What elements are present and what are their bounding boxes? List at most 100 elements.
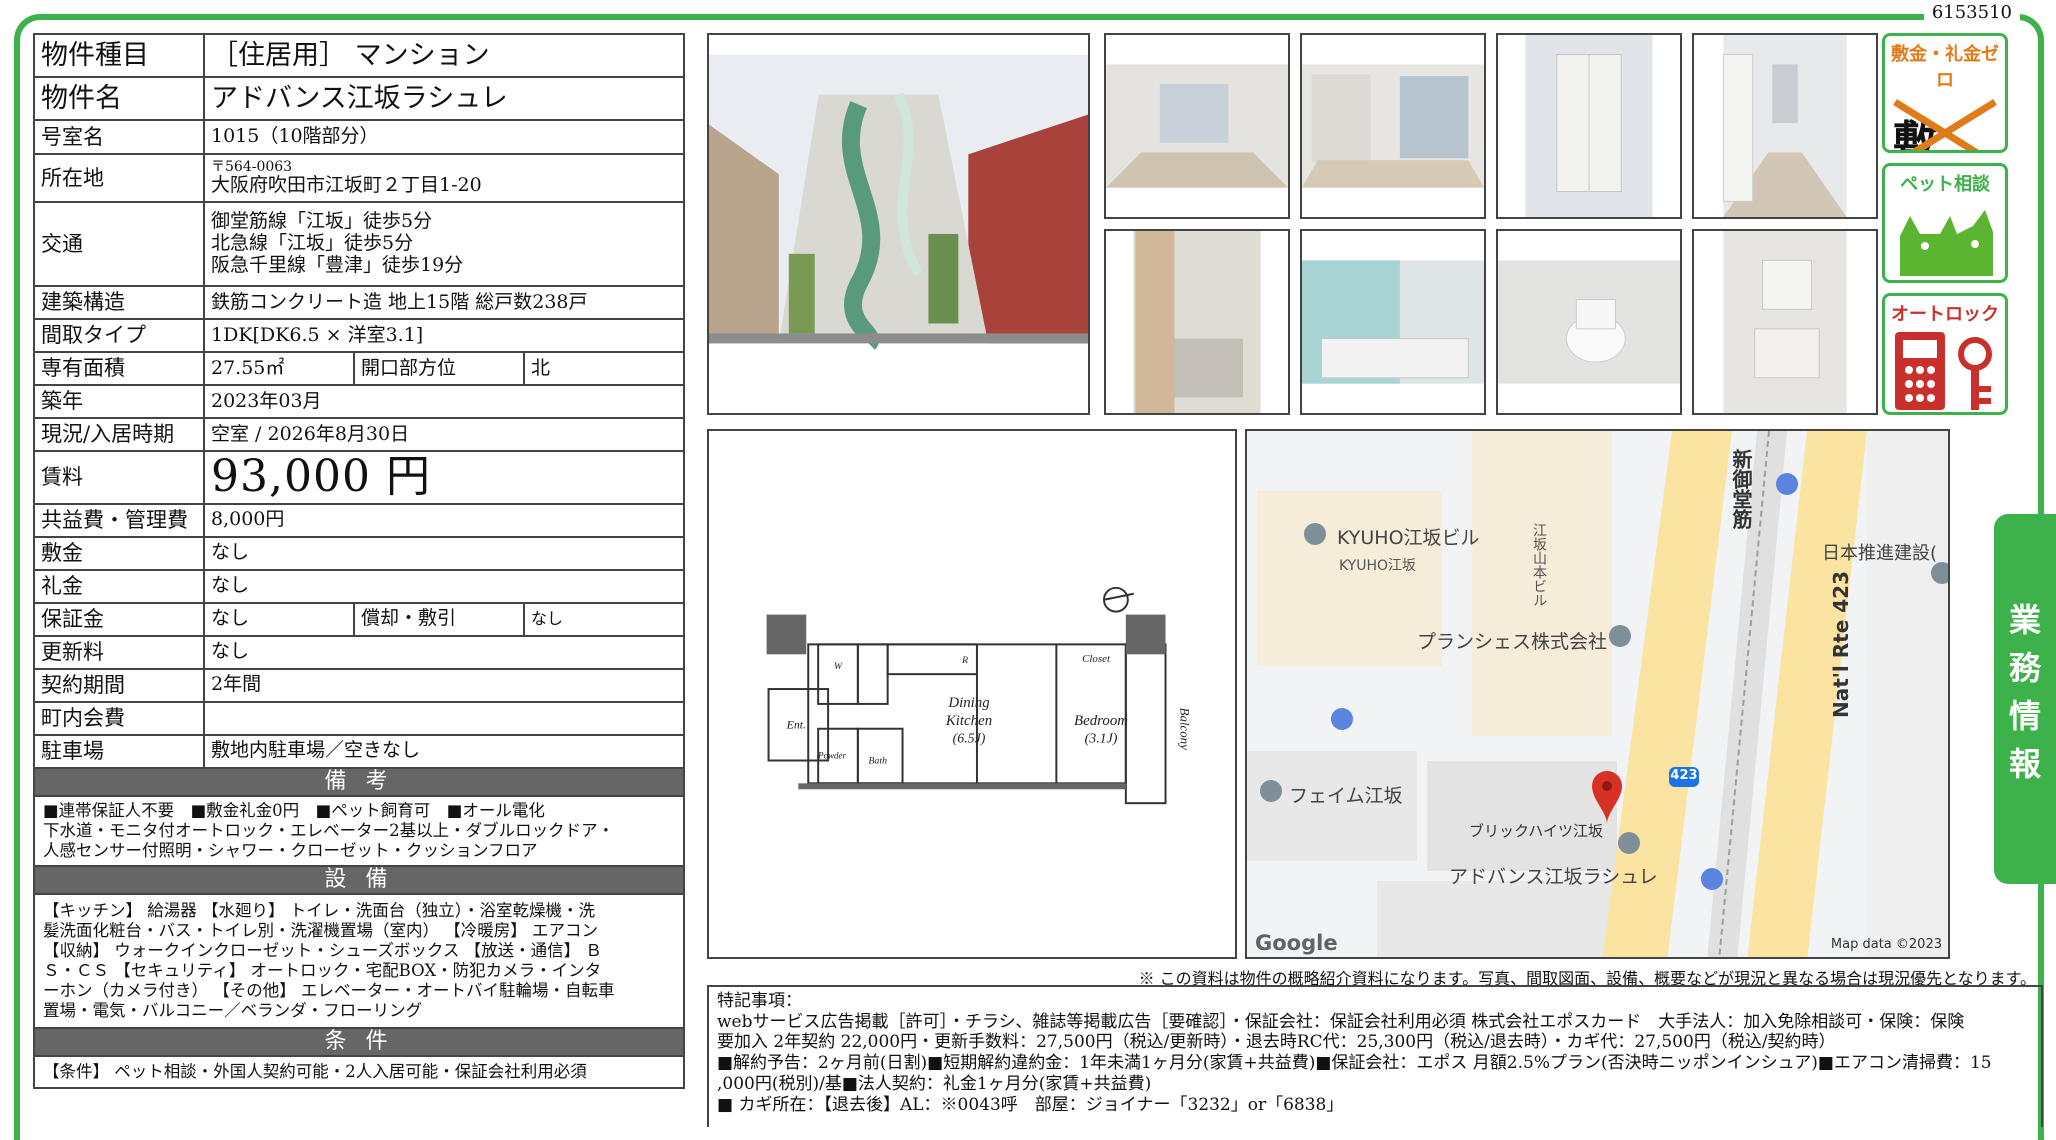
fee-label: 共益費・管理費 [33, 502, 205, 538]
name-label: 物件名 [33, 76, 205, 121]
fp-kitchen: Kitchen [945, 713, 992, 729]
equipment-line: 【キッチン】 給湯器 【水廻り】 トイレ・洗面台（独立）・浴室乾燥機・洗 [43, 900, 595, 920]
amort-value: なし [523, 601, 685, 637]
badge-zero-graphic: 敷 礼 [1885, 92, 2005, 150]
postal-code: 〒564-0063 [211, 159, 293, 176]
badge-autolock: オートロック [1882, 293, 2008, 415]
map-label-kyuho: KYUHO江坂 [1339, 558, 1417, 574]
built-value: 2023年03月 [203, 384, 685, 419]
business-info-tab[interactable]: 業 務 情 報 [1994, 514, 2056, 884]
conditions-header: 条 件 [33, 1026, 685, 1057]
remarks-cell: ■連帯保証人不要 ■敷金礼金0円 ■ペット飼育可 ■オール電化 下水道・モニタ付… [33, 794, 685, 867]
badge-autolock-title: オートロック [1891, 304, 1999, 325]
property-table: 物件種目 ［住居用］ マンション 物件名 アドバンス江坂ラシュレ 号室名 1015（1… [33, 33, 685, 1089]
badge-zero-deposit: 敷金・礼金ゼロ 敷 礼 [1882, 33, 2008, 153]
badge-zero-title: 敷金・礼金ゼロ [1891, 44, 1999, 91]
fp-closet: Closet [1082, 653, 1111, 665]
location-pin-icon [1592, 771, 1622, 824]
access-line: 御堂筋線「江坂」徒歩5分 [211, 210, 433, 233]
type-label: 物件種目 [33, 33, 205, 78]
equipment-line: 置場・電気・バルコニー／ベランダ・フローリング [43, 1001, 423, 1021]
special-notes-line: 要加入 2年契約 22,000円・更新手数料：27,500円（税込/更新時）・退… [717, 1032, 1836, 1053]
fp-fridge: R [961, 655, 968, 666]
structure-value: 鉄筋コンクリート造 地上15階 総戸数238戸 [203, 285, 685, 320]
interior-photo-window [1300, 33, 1486, 219]
access-label: 交通 [33, 201, 205, 287]
google-logo: Google [1255, 931, 1338, 955]
shikikin-label: 敷金 [33, 535, 205, 571]
equipment-line: 髪洗面化粧台・バス・トイレ別・洗濯機置場（室内） 【冷暖房】 エアコン [43, 920, 598, 940]
map-label-advance: アドバンス江坂ラシュレ [1449, 866, 1658, 888]
equipment-cell: 【キッチン】 給湯器 【水廻り】 トイレ・洗面台（独立）・浴室乾燥機・洗 髪洗面… [33, 892, 685, 1029]
status-value: 空室 / 2026年8月30日 [203, 417, 685, 452]
direction-label: 開口部方位 [353, 351, 525, 386]
rent-value: 93,000 円 [203, 450, 685, 505]
shikikin-value: なし [203, 535, 685, 571]
equipment-line: 【収納】 ウォークインクローゼット・シューズボックス 【放送・通信】 Ｂ [43, 940, 602, 960]
map-label-shinmido: 新御堂筋 [1729, 449, 1753, 529]
area-value: 27.55㎡ [203, 351, 355, 386]
built-label: 築年 [33, 384, 205, 419]
parking-value: 敷地内駐車場／空きなし [203, 733, 685, 769]
room-label: 号室名 [33, 119, 205, 155]
access-line: 北急線「江坂」徒歩5分 [211, 232, 414, 255]
area-label: 専有面積 [33, 351, 205, 386]
layout-label: 間取タイプ [33, 318, 205, 353]
fp-washer: W [834, 661, 843, 672]
remarks-header: 備 考 [33, 766, 685, 797]
map-label-brick: ブリックハイツ江坂 [1469, 822, 1603, 840]
map-label-esaka-yamato: 江坂山本ビル [1531, 523, 1547, 607]
deposit-value: なし [203, 601, 355, 637]
room-value: 1015（10階部分） [203, 119, 685, 155]
parking-label: 駐車場 [33, 733, 205, 769]
tab-char: 業 [2008, 601, 2041, 639]
fee-value: 8,000円 [203, 502, 685, 538]
layout-value: 1DK[DK6.5 × 洋室3.1] [203, 318, 685, 353]
location-map[interactable]: KYUHO江坂ビル KYUHO江坂 江坂山本ビル プランシェス株式会社 フェイム… [1245, 429, 1950, 959]
map-label-rte: Nat'l Rte 423 [1829, 571, 1853, 718]
building-exterior-photo [707, 33, 1090, 415]
access-line: 阪急千里線「豊津」徒歩19分 [211, 253, 464, 276]
fp-bedroom-size: (3.1J) [1085, 732, 1118, 747]
special-notes-line: ,000円(税別)/基■法人契約：礼金1ヶ月分(家賃+共益費) [717, 1073, 1152, 1094]
fp-balcony: Balcony [1177, 708, 1191, 751]
tab-char: 報 [2008, 745, 2041, 783]
town-fee-label: 町内会費 [33, 700, 205, 736]
route-shield: 423 [1670, 768, 1698, 783]
address-label: 所在地 [33, 153, 205, 203]
tab-char: 情 [2008, 697, 2041, 735]
pet-icon [1900, 210, 1993, 276]
map-label-fame: フェイム江坂 [1289, 785, 1403, 807]
equipment-line: Ｓ・ＣＳ 【セキュリティ】 オートロック・宅配BOX・防犯カメラ・インタ [43, 960, 602, 980]
amort-label: 償却・敷引 [353, 601, 525, 637]
town-fee-value [203, 700, 685, 736]
rent-label: 賃料 [33, 450, 205, 505]
badge-pet-title: ペット相談 [1900, 174, 1990, 195]
deposit-label: 保証金 [33, 601, 205, 637]
fp-dining-size: (6.5J) [953, 732, 986, 747]
conditions-value: 【条件】 ペット相談・外国人契約可能・2人入居可能・保証会社利用必須 [33, 1054, 685, 1089]
interior-photo-bathroom [1300, 229, 1486, 415]
map-label-kyuho-bldg: KYUHO江坂ビル [1337, 527, 1480, 549]
equipment-header: 設 備 [33, 864, 685, 895]
special-notes-line: 特記事項： [717, 991, 802, 1011]
map-label-nipponsuishin: 日本推進建設( [1822, 543, 1938, 564]
interior-photo-closet [1496, 33, 1682, 219]
equipment-line: ーホン（カメラ付き） 【その他】 エレベーター・オートバイ駐輪場・自転車 [43, 981, 615, 1001]
fp-dining: Dining [947, 695, 989, 711]
term-label: 契約期間 [33, 667, 205, 703]
floor-plan: Dining Kitchen (6.5J) Bedroom (3.1J) Clo… [707, 429, 1237, 959]
status-label: 現況/入居時期 [33, 417, 205, 452]
interior-photo-washroom [1692, 229, 1878, 415]
map-label-planches: プランシェス株式会社 [1417, 631, 1608, 653]
remarks-line: 人感センサー付照明・シャワー・クローゼット・クッションフロア [43, 840, 538, 860]
remarks-line: ■連帯保証人不要 ■敷金礼金0円 ■ペット飼育可 ■オール電化 [43, 800, 545, 820]
name-value: アドバンス江坂ラシュレ [203, 76, 685, 121]
fp-entrance: Ent. [786, 718, 807, 732]
special-notes-line: ■解約予告：2ヶ月前(日割)■短期解約違約金：1年未満1ヶ月分(家賃+共益費)■… [717, 1053, 1992, 1074]
special-notes-box: 特記事項： webサービス広告掲載［許可］・チラシ、雑誌等掲載広告［要確認］・保… [707, 985, 2043, 1127]
structure-label: 建築構造 [33, 285, 205, 320]
document-id: 6153510 [1923, 0, 2020, 25]
interior-photo-room [1104, 33, 1290, 219]
access-cell: 御堂筋線「江坂」徒歩5分 北急線「江坂」徒歩5分 阪急千里線「豊津」徒歩19分 [203, 201, 685, 287]
